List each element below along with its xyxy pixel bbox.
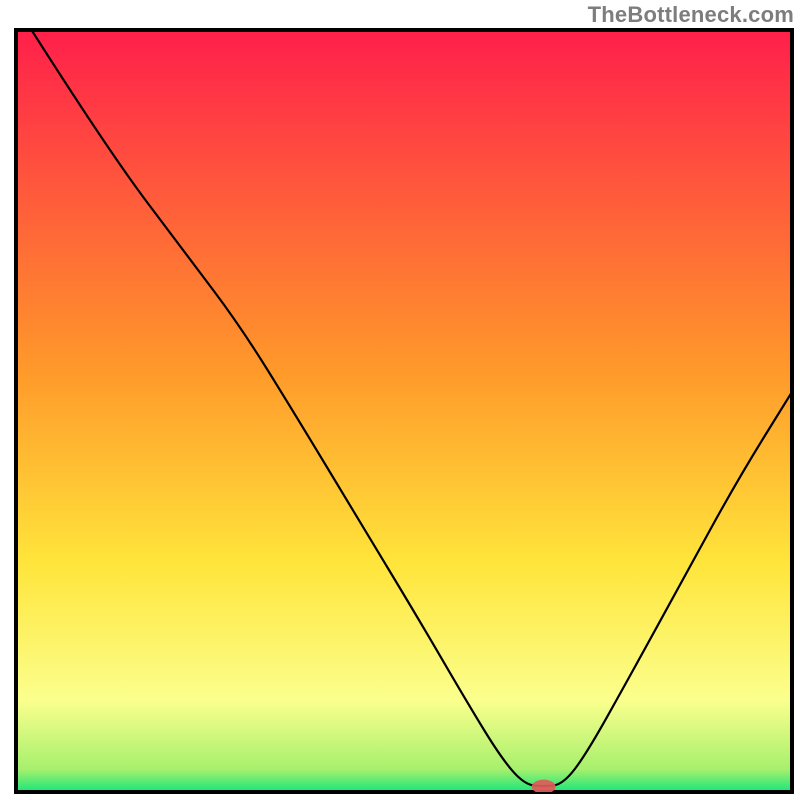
watermark-text: TheBottleneck.com <box>588 2 794 28</box>
min-marker <box>532 780 556 794</box>
gradient-background <box>16 30 792 792</box>
chart-container: TheBottleneck.com <box>0 0 800 800</box>
bottleneck-chart <box>0 0 800 800</box>
